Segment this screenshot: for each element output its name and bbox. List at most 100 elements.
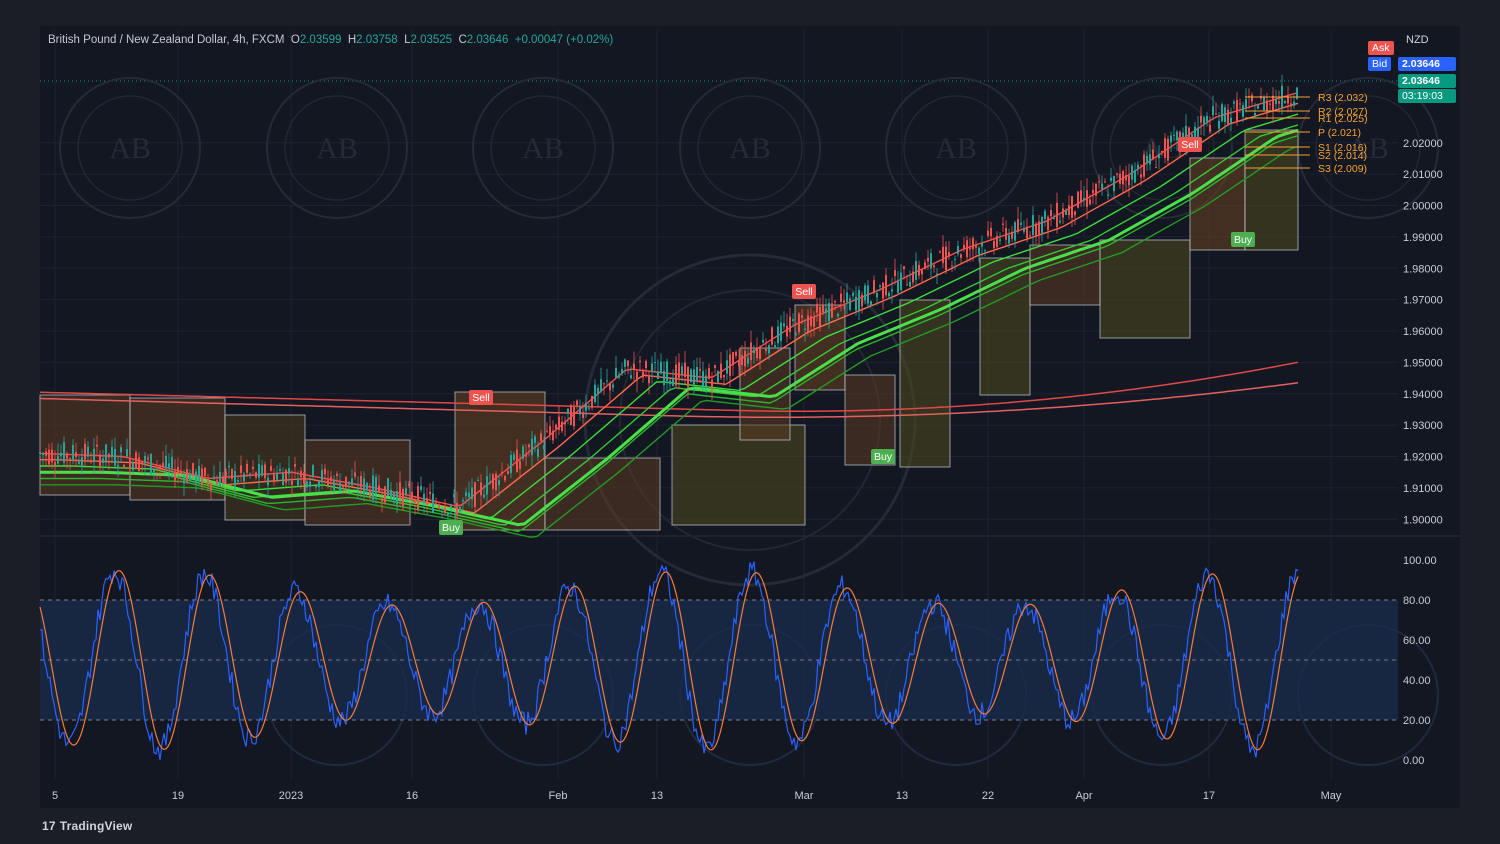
oscillator-axis[interactable]: 100.00 80.00 60.00 40.00 20.00 0.00 bbox=[1403, 555, 1437, 767]
candle-body bbox=[741, 355, 743, 365]
candle-body bbox=[855, 296, 857, 311]
candle-body bbox=[1020, 222, 1022, 225]
candle-body bbox=[783, 323, 785, 327]
candle-body bbox=[552, 430, 554, 441]
candle-body bbox=[1263, 97, 1265, 111]
candle-body bbox=[1005, 227, 1007, 240]
candle-body bbox=[834, 300, 836, 303]
candle-body bbox=[555, 424, 557, 429]
candle-body bbox=[207, 478, 209, 485]
candle-body bbox=[510, 454, 512, 474]
candle-body bbox=[900, 272, 902, 291]
candle-body bbox=[939, 251, 941, 253]
price-tick-label: 1.99000 bbox=[1403, 232, 1443, 244]
candle-body bbox=[156, 466, 158, 469]
candle-body bbox=[894, 270, 896, 277]
bid-badge: Bid bbox=[1368, 57, 1392, 71]
chart-canvas[interactable]: AB AB AB AB AB AB AB R3 (2.032)R2 (2.027)R1 (2… bbox=[0, 0, 1500, 844]
candle-body bbox=[1158, 154, 1160, 159]
candle-body bbox=[927, 257, 929, 262]
candle-body bbox=[1239, 103, 1241, 105]
candle-body bbox=[318, 481, 320, 488]
candle-body bbox=[129, 458, 131, 470]
candle-body bbox=[867, 285, 869, 304]
candle-body bbox=[837, 314, 839, 317]
candle-body bbox=[84, 443, 86, 460]
candle-body bbox=[390, 489, 392, 499]
candle-body bbox=[543, 445, 545, 450]
signal-label: Sell bbox=[795, 286, 813, 298]
candle-body bbox=[1206, 115, 1208, 123]
candle-body bbox=[1092, 190, 1094, 194]
candle-body bbox=[237, 479, 239, 482]
candle-body bbox=[801, 315, 803, 318]
candle-body bbox=[264, 464, 266, 479]
candle-body bbox=[93, 448, 95, 462]
candle-body bbox=[576, 400, 578, 406]
candle-body bbox=[516, 449, 518, 472]
candle-body bbox=[111, 446, 113, 458]
candle-body bbox=[1116, 173, 1118, 175]
candle-body bbox=[144, 456, 146, 464]
candle-body bbox=[810, 316, 812, 326]
candle-body bbox=[639, 360, 641, 363]
time-tick-label: Feb bbox=[549, 790, 568, 802]
candle-body bbox=[1284, 101, 1286, 104]
candle-body bbox=[564, 422, 566, 425]
candle-body bbox=[42, 453, 44, 455]
candle-body bbox=[822, 305, 824, 313]
price-tick-label: 1.91000 bbox=[1403, 483, 1443, 495]
candle-body bbox=[501, 471, 503, 473]
pivot-label: R3 (2.032) bbox=[1318, 92, 1368, 104]
candle-body bbox=[876, 292, 878, 298]
candle-body bbox=[753, 349, 755, 354]
price-tick-label: 1.93000 bbox=[1403, 420, 1443, 432]
candle-body bbox=[411, 491, 413, 502]
candle-body bbox=[87, 446, 89, 457]
candle-body bbox=[117, 465, 119, 469]
candle-body bbox=[1119, 173, 1121, 184]
candle-body bbox=[1143, 154, 1145, 177]
candle-body bbox=[51, 449, 53, 463]
candle-body bbox=[492, 474, 494, 489]
currency-label: NZD bbox=[1406, 34, 1429, 46]
candle-body bbox=[1011, 232, 1013, 239]
candle-body bbox=[114, 448, 116, 466]
candle-body bbox=[1038, 221, 1040, 236]
candle-body bbox=[1080, 190, 1082, 203]
candle-body bbox=[444, 507, 446, 514]
candle-body bbox=[906, 284, 908, 286]
candle-body bbox=[591, 395, 593, 408]
tradingview-logo[interactable]: 17 TradingView bbox=[42, 819, 132, 833]
candle-body bbox=[1257, 105, 1259, 109]
time-axis[interactable]: 5 19 2023 16 Feb 13 Mar 13 22 Apr 17 May bbox=[52, 790, 1342, 802]
candle-body bbox=[624, 359, 626, 367]
candle-body bbox=[846, 292, 848, 302]
price-tick-label: 1.97000 bbox=[1403, 295, 1443, 307]
osc-tick-label: 100.00 bbox=[1403, 555, 1437, 567]
candle-body bbox=[714, 365, 716, 368]
candle-body bbox=[816, 303, 818, 313]
candle-body bbox=[789, 316, 791, 333]
candle-body bbox=[627, 360, 629, 367]
candle-body bbox=[78, 461, 80, 465]
watermark-logo-icon: AB bbox=[109, 132, 151, 165]
candle-body bbox=[879, 285, 881, 287]
candle-body bbox=[171, 456, 173, 469]
candle-body bbox=[213, 476, 215, 480]
candle-body bbox=[69, 458, 71, 460]
candle-body bbox=[435, 502, 437, 504]
candle-body bbox=[468, 492, 470, 498]
osc-tick-label: 20.00 bbox=[1403, 715, 1431, 727]
candle-body bbox=[366, 483, 368, 491]
candle-body bbox=[1074, 211, 1076, 216]
watermark-logo-icon: AB bbox=[935, 132, 977, 165]
low-value: 2.03525 bbox=[410, 34, 453, 46]
candle-body bbox=[756, 348, 758, 358]
candle-body bbox=[948, 252, 950, 256]
signal-label: Buy bbox=[874, 451, 893, 463]
price-axis[interactable]: 2.02000 2.01000 2.00000 1.99000 1.98000 1.970… bbox=[1403, 138, 1443, 527]
candle-body bbox=[525, 454, 527, 457]
candle-body bbox=[513, 454, 515, 460]
candle-body bbox=[1161, 150, 1163, 152]
